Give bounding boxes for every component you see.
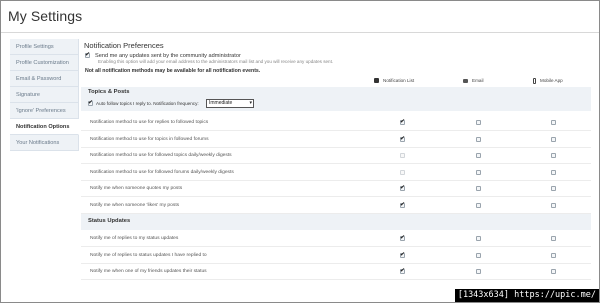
notification-row-label: Notification method to use for followed … xyxy=(90,153,232,158)
notification-row-label: Notify me when someone 'likes' my posts xyxy=(90,202,180,208)
notification-row-label: Notification method to use for followed … xyxy=(90,169,234,175)
notification-row: Notify me when one of my friends updates… xyxy=(81,264,591,280)
email-checkbox[interactable] xyxy=(476,136,481,142)
column-header-mobile-app: Mobile App xyxy=(533,78,563,84)
email-checkbox[interactable] xyxy=(476,236,481,241)
envelope-icon xyxy=(463,78,468,83)
column-label: Notification List xyxy=(383,78,415,83)
notification-row: Notification method to use for followed … xyxy=(81,148,591,164)
sidebar-item-your-notifications[interactable]: Your Notifications xyxy=(10,135,79,151)
mobile-app-checkbox[interactable] xyxy=(551,136,556,142)
column-header-email: Email xyxy=(463,78,484,83)
notification-list-checkbox[interactable] xyxy=(400,118,405,126)
frequency-select[interactable]: Immediate xyxy=(206,99,254,108)
group-title: Topics & Posts xyxy=(88,89,130,95)
column-label: Mobile App xyxy=(540,78,563,84)
notification-row-label: Notify me when someone quotes my posts xyxy=(90,186,183,191)
mobile-app-checkbox[interactable] xyxy=(551,169,556,175)
email-checkbox[interactable] xyxy=(476,252,481,258)
sidebar-item-profile-customization[interactable]: Profile Customization xyxy=(10,55,79,71)
auto-follow-checkbox[interactable] xyxy=(88,99,93,107)
phone-icon xyxy=(533,78,536,84)
notification-list-checkbox[interactable] xyxy=(400,234,405,242)
notification-list-checkbox xyxy=(400,169,405,175)
settings-window: My Settings Profile Settings Profile Cust… xyxy=(0,0,600,303)
notification-list-checkbox xyxy=(400,153,405,158)
notification-row-label: Notification method to use for topics in… xyxy=(90,136,209,142)
notification-list-checkbox[interactable] xyxy=(400,251,405,259)
notification-row-label: Notify me of replies to my status update… xyxy=(90,236,179,241)
sidebar-item-ignore-preferences[interactable]: 'Ignore' Preferences xyxy=(10,103,79,119)
column-label: Email xyxy=(472,78,484,83)
status-group-header: Status Updates xyxy=(81,214,591,230)
section-title: Notification Preferences xyxy=(84,41,164,50)
notification-list-checkbox[interactable] xyxy=(400,184,405,192)
sidebar-item-email-password[interactable]: Email & Password xyxy=(10,71,79,87)
notification-list-checkbox[interactable] xyxy=(400,201,405,209)
sidebar-item-profile-settings[interactable]: Profile Settings xyxy=(10,39,79,55)
auto-follow-label: Auto follow topics I reply to. Notificat… xyxy=(96,101,199,106)
topics-group-header: Topics & Posts xyxy=(81,87,591,97)
notification-row: Notify me when someone quotes my posts xyxy=(81,181,591,197)
notification-row-label: Notify me of replies to status updates I… xyxy=(90,252,207,258)
watermark: [1343x634] https://upic.me/ xyxy=(454,289,599,302)
notification-list-checkbox[interactable] xyxy=(400,135,405,143)
settings-sidebar: Profile Settings Profile Customization Ema… xyxy=(10,39,79,151)
availability-note: Not all notification methods may be avai… xyxy=(85,68,261,74)
notification-row: Notify me of replies to status updates I… xyxy=(81,248,591,264)
email-checkbox[interactable] xyxy=(476,186,481,191)
notification-row: Notification method to use for replies t… xyxy=(81,115,591,131)
mobile-app-checkbox[interactable] xyxy=(551,236,556,241)
mobile-app-checkbox[interactable] xyxy=(551,153,556,158)
notification-row: Notify me when someone 'likes' my posts xyxy=(81,198,591,214)
bell-icon xyxy=(374,78,379,84)
admin-updates-description: Enabling this option will add your email… xyxy=(98,59,334,64)
notification-row-label: Notify me when one of my friends updates… xyxy=(90,269,207,274)
sidebar-item-signature[interactable]: Signature xyxy=(10,87,79,103)
group-title: Status Updates xyxy=(88,218,131,224)
notification-list-checkbox[interactable] xyxy=(400,267,405,275)
mobile-app-checkbox[interactable] xyxy=(551,202,556,208)
email-checkbox[interactable] xyxy=(476,169,481,175)
notification-row: Notification method to use for followed … xyxy=(81,165,591,181)
notification-preferences-panel: Notification Preferences Send me any upd… xyxy=(81,39,591,301)
mobile-app-checkbox[interactable] xyxy=(551,186,556,191)
title-divider xyxy=(1,32,599,33)
notification-row: Notify me of replies to my status update… xyxy=(81,231,591,247)
sidebar-item-notification-options[interactable]: Notification Options xyxy=(10,119,79,135)
auto-follow-row: Auto follow topics I reply to. Notificat… xyxy=(81,97,591,111)
admin-updates-checkbox[interactable] xyxy=(85,51,90,59)
notification-row: Notification method to use for topics in… xyxy=(81,132,591,148)
email-checkbox[interactable] xyxy=(476,120,481,125)
mobile-app-checkbox[interactable] xyxy=(551,120,556,125)
email-checkbox[interactable] xyxy=(476,153,481,158)
email-checkbox[interactable] xyxy=(476,269,481,274)
mobile-app-checkbox[interactable] xyxy=(551,269,556,274)
page-title: My Settings xyxy=(8,8,83,24)
notification-row-label: Notification method to use for replies t… xyxy=(90,120,209,125)
email-checkbox[interactable] xyxy=(476,202,481,208)
column-header-notification-list: Notification List xyxy=(374,78,415,84)
mobile-app-checkbox[interactable] xyxy=(551,252,556,258)
